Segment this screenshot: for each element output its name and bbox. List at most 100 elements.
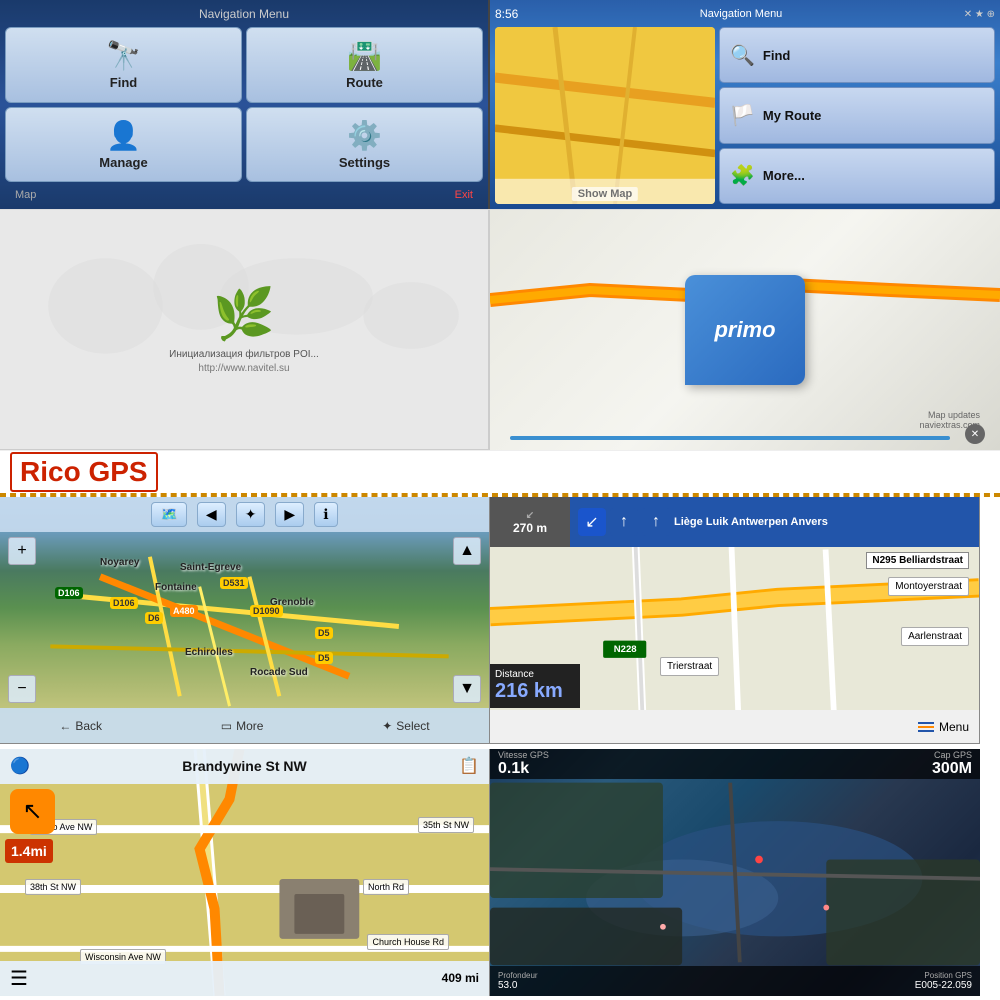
cap-value: 300M (932, 760, 972, 778)
zoom-out-btn[interactable]: − (8, 675, 36, 703)
navitel-loading-text: Инициализация фильтров POI... (169, 349, 319, 360)
trierstraat-label[interactable]: Trierstraat (660, 657, 719, 676)
map-updates-label: Map updates (919, 410, 980, 420)
select-btn[interactable]: ✦ Select (382, 719, 429, 733)
distance-indicator: 1.4mi (5, 839, 53, 863)
bottom-distance: 409 mi (442, 971, 479, 985)
panel-3d-map: 🗺️ ◀ ✦ ▶ ℹ + − ▲ ▼ Noyarey Saint-Egreve … (0, 497, 490, 744)
more-label: More... (763, 168, 805, 183)
nav-menu-right: 8:56 Navigation Menu ✕ ★ ⊕ Show Map (490, 0, 1000, 209)
map-icon-btn[interactable]: 🗺️ (151, 502, 186, 527)
position-label: Position GPS (924, 971, 972, 980)
navitel-screen: 🌿 Инициализация фильтров POI... http://w… (0, 210, 490, 450)
middle-row: 🌿 Инициализация фильтров POI... http://w… (0, 210, 1000, 450)
top-row: Navigation Menu 🔭 Find 🛣️ Route 👤 Manage… (0, 0, 1000, 210)
show-map-label[interactable]: Show Map (572, 187, 638, 201)
rico-gps-label: Rico GPS (10, 452, 158, 492)
find-btn-label: Find (763, 48, 790, 63)
road-d106-1: D106 (55, 587, 83, 599)
35th-st-label: 35th St NW (418, 817, 474, 833)
nav-cell-route[interactable]: 🛣️ Route (246, 27, 483, 103)
status-icons: ✕ ★ ⊕ (964, 9, 995, 20)
primo-close-btn[interactable]: ✕ (965, 424, 985, 444)
turn-arrow-up2: ↑ (642, 508, 670, 536)
satellite-background (490, 749, 980, 996)
nav-menu-left-grid: 🔭 Find 🛣️ Route 👤 Manage ⚙️ Settings (5, 27, 483, 182)
nav-menu-right-titlebar: 8:56 Navigation Menu ✕ ★ ⊕ (495, 5, 995, 23)
zoom-in-btn[interactable]: + (8, 537, 36, 565)
map-thumbnail[interactable]: Show Map (495, 27, 715, 204)
more-icon: 🧩 (730, 163, 755, 188)
my-route-btn[interactable]: 🏳️ My Route (719, 87, 995, 143)
nav-menu-left: Navigation Menu 🔭 Find 🛣️ Route 👤 Manage… (0, 0, 490, 209)
primo-logo-box: primo (685, 275, 805, 385)
profondeur-display: Profondeur 53.0 (498, 971, 538, 991)
turn-header: ↙ 270 m ↙ ↑ ↑ Liège Luik Antwerpen Anver… (490, 497, 979, 547)
tilt-up-btn[interactable]: ▲ (453, 537, 481, 565)
menu-icon[interactable]: ☰ (10, 966, 28, 991)
page-container: Navigation Menu 🔭 Find 🛣️ Route 👤 Manage… (0, 0, 1000, 1000)
cap-display: Cap GPS 300M (932, 750, 972, 778)
settings-icon: ⚙️ (347, 119, 382, 152)
more-btn[interactable]: 🧩 More... (719, 148, 995, 204)
nav-cell-settings[interactable]: ⚙️ Settings (246, 107, 483, 183)
vitesse-label: Vitesse GPS (498, 750, 549, 760)
tilt-down-btn[interactable]: ▼ (453, 675, 481, 703)
exit-btn[interactable]: Exit (455, 189, 473, 201)
street-name-main: Brandywine St NW (30, 758, 459, 774)
street-nav-background (0, 749, 489, 996)
compass-btn[interactable]: ✦ (236, 502, 266, 527)
more-map-btn[interactable]: ▭ More (221, 719, 264, 733)
distance-panel: Distance 216 km (490, 664, 580, 708)
panel-satellite: Vitesse GPS 0.1k Cap GPS 300M Profondeur… (490, 749, 980, 996)
road-d6: D6 (145, 612, 163, 624)
panel1-left-controls: + − (8, 537, 36, 703)
street-header-icon: 🔵 (10, 756, 30, 776)
city-echirolles: Echirolles (185, 647, 233, 658)
route-label: Route (346, 75, 383, 90)
distance-value: 216 km (495, 680, 575, 703)
left-btn[interactable]: ◀ (197, 502, 226, 527)
street-header: 🔵 Brandywine St NW 📋 (0, 749, 489, 784)
turn-road-top: ↙ ↑ ↑ Liège Luik Antwerpen Anvers (570, 497, 979, 547)
find-label: Find (110, 75, 137, 90)
find-btn[interactable]: 🔍 Find (719, 27, 995, 83)
aarlenstraat-label[interactable]: Aarlenstraat (901, 627, 969, 646)
nav-cell-find[interactable]: 🔭 Find (5, 27, 242, 103)
navitel-icon: 🌿 (213, 285, 275, 344)
settings-label: Settings (339, 155, 390, 170)
nav-menu-right-content: Show Map 🔍 Find 🏳️ My Route 🧩 More... (495, 27, 995, 204)
find-btn-icon: 🔍 (730, 43, 755, 68)
back-btn[interactable]: ← Back (59, 719, 102, 733)
menu-lines-icon (918, 722, 934, 732)
turn-indicator: ↖ (10, 789, 55, 834)
turn-arrow-left: ↙ (578, 508, 606, 536)
svg-text:N228: N228 (614, 644, 638, 655)
navitel-logo: 🌿 Инициализация фильтров POI... http://w… (169, 285, 319, 374)
bookmark-icon[interactable]: 📋 (459, 756, 479, 776)
panel1-bottom-bar: ← Back ▭ More ✦ Select (0, 708, 489, 743)
map-btn[interactable]: Map (15, 189, 36, 201)
route-icon: 🛣️ (347, 39, 382, 72)
bottom-row: 🗺️ ◀ ✦ ▶ ℹ + − ▲ ▼ Noyarey Saint-Egreve … (0, 495, 1000, 1000)
primo-logo-text: primo (714, 317, 775, 343)
distance-label: Distance (495, 669, 575, 680)
profondeur-label: Profondeur (498, 971, 538, 980)
montoyerstraat-label[interactable]: Montoyerstraat (888, 577, 969, 596)
navitel-url: http://www.navitel.su (198, 363, 289, 374)
menu-button[interactable]: Menu (918, 720, 969, 734)
panel3-bottom-bar: ☰ 409 mi (0, 961, 489, 996)
city-rocade: Rocade Sud (250, 667, 308, 678)
nav-cell-manage[interactable]: 👤 Manage (5, 107, 242, 183)
road-a480: A480 (170, 605, 198, 617)
panel1-right-controls: ▲ ▼ (453, 537, 481, 703)
road-d5-2: D5 (315, 652, 333, 664)
right-btn[interactable]: ▶ (275, 502, 304, 527)
right-menu-buttons: 🔍 Find 🏳️ My Route 🧩 More... (719, 27, 995, 204)
info-btn[interactable]: ℹ (314, 502, 337, 527)
satellite-bottom-overlay: Profondeur 53.0 Position GPS E005-22.059 (490, 966, 980, 996)
nav-menu-right-title: Navigation Menu (700, 8, 783, 20)
panel-street-nav: 🔵 Brandywine St NW 📋 ↖ 1.4mi Idaho Ave N… (0, 749, 490, 996)
vitesse-display: Vitesse GPS 0.1k (498, 750, 549, 778)
position-value: E005-22.059 (915, 980, 972, 991)
